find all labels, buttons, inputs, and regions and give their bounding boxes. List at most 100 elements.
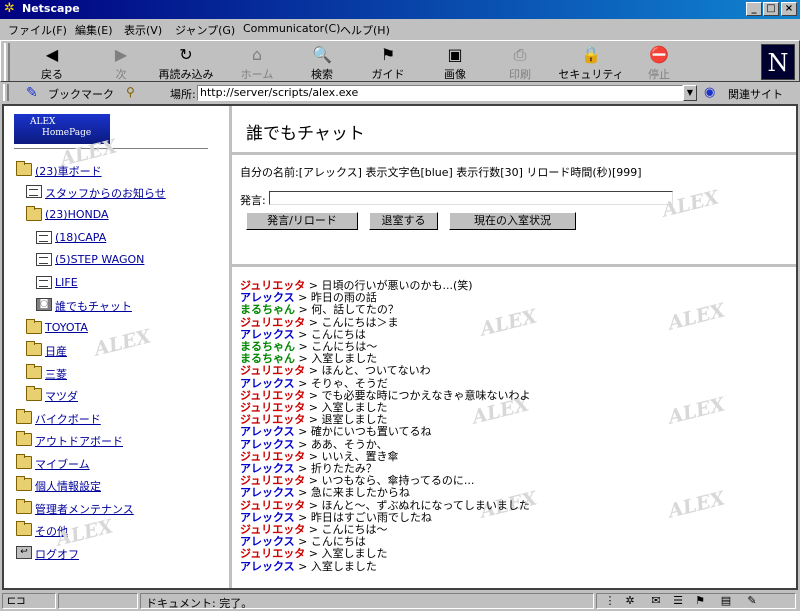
menu-communicator[interactable]: Communicator(C) <box>243 22 340 35</box>
chat-message-author: アレックス <box>240 510 295 524</box>
room-status-button[interactable]: 現在の入室状況 <box>449 212 576 230</box>
toolbar-button-label: 検索 <box>311 68 333 81</box>
url-dropdown-icon[interactable]: ▼ <box>683 85 697 101</box>
chat-message-text: ほんと～、ずぶぬれになってしまいました <box>321 498 530 512</box>
toolbar-button-7[interactable]: ⎙ 印刷 <box>487 43 553 82</box>
separator: > <box>305 498 322 512</box>
sidebar-item[interactable]: スタッフからのお知らせ <box>26 184 226 200</box>
toolbar-grip[interactable] <box>4 43 10 81</box>
sidebar-item[interactable]: 三菱 <box>26 364 226 381</box>
location-icon[interactable]: ⚲ <box>126 85 135 99</box>
edit-page-icon[interactable]: ✎ <box>744 594 760 608</box>
mail-icon[interactable]: ✉ <box>648 594 664 608</box>
related-sites-icon[interactable]: ◉ <box>704 85 715 100</box>
toolbar-button-2[interactable]: ↻ 再読み込み <box>153 43 219 82</box>
sidebar-item[interactable]: マツダ <box>26 386 226 403</box>
folder-icon <box>16 476 32 491</box>
grip-icon[interactable]: ⋮ <box>602 594 618 608</box>
sidebar-item[interactable]: マイブーム <box>16 454 216 471</box>
navigation-toolbar: ◀ 戻る ▶ 次 ↻ 再読み込み ⌂ ホーム 🔍 検索 ⚑ ガイド ▣ 画像 ⎙ 印刷 🔒 セキュリティ ⛔ 停止 N <box>0 40 800 82</box>
netscape-logo[interactable]: N <box>761 44 795 80</box>
addressbook-icon[interactable]: ⚑ <box>692 594 708 608</box>
chat-message-text: こんにちは～ <box>321 523 388 536</box>
chat-message-text: 確かにいつも置いてるね <box>310 425 432 439</box>
watermark: ALEX <box>478 305 540 341</box>
chat-title-frame: 誰でもチャット <box>232 106 796 155</box>
minimize-button[interactable]: _ <box>746 2 762 16</box>
progress-bar <box>58 593 138 609</box>
separator: > <box>305 388 322 402</box>
sidebar-item[interactable]: 日産 <box>26 341 226 358</box>
chat-message-text: 入室しました <box>311 352 378 366</box>
divider <box>14 148 208 150</box>
separator: > <box>294 437 311 451</box>
news-icon[interactable]: ☰ <box>670 594 686 608</box>
composer-icon[interactable]: ▤ <box>718 594 734 608</box>
toolbar-button-1[interactable]: ▶ 次 <box>88 43 154 82</box>
alex-homepage-logo[interactable]: ALEX HomePage <box>14 114 110 144</box>
send-reload-button[interactable]: 発言/リロード <box>246 212 358 230</box>
netscape-app-icon[interactable]: ✲ <box>4 2 18 16</box>
home-icon: ⌂ <box>251 45 263 64</box>
sidebar-item-label: (23)HONDA <box>45 208 109 221</box>
menu-help[interactable]: ヘルプ(H) <box>340 22 390 38</box>
chat-settings-status: 自分の名前:[アレックス] 表示文字色[blue] 表示行数[30] リロード時… <box>240 166 642 179</box>
maximize-button[interactable]: □ <box>763 2 779 16</box>
menu-go[interactable]: ジャンプ(G) <box>175 22 235 38</box>
sidebar-item[interactable]: TOYOTA <box>26 319 226 336</box>
sidebar-item[interactable]: ↩ ログオフ <box>16 545 216 561</box>
chat-message-text: いいえ、置き傘 <box>321 449 399 463</box>
toolbar-button-6[interactable]: ▣ 画像 <box>422 43 488 82</box>
sidebar-item[interactable]: その他 <box>16 521 216 538</box>
toolbar-button-3[interactable]: ⌂ ホーム <box>224 43 290 82</box>
sidebar-item-label: マツダ <box>45 390 78 403</box>
sidebar-item[interactable]: (23)車ボード <box>16 161 216 178</box>
sidebar-item[interactable]: (5)STEP WAGON <box>36 252 229 268</box>
chat-message: ジュリエッタ > こんにちは＞ま <box>240 315 398 329</box>
sidebar-item[interactable]: LIFE <box>36 275 229 291</box>
toolbar-button-9[interactable]: ⛔ 停止 <box>626 43 692 82</box>
menu-view[interactable]: 表示(V) <box>124 22 162 38</box>
toolbar-button-5[interactable]: ⚑ ガイド <box>355 43 421 82</box>
url-input[interactable]: http://server/scripts/alex.exe <box>197 85 683 101</box>
menu-file[interactable]: ファイル(F) <box>8 22 67 38</box>
sidebar-item[interactable]: (23)HONDA <box>26 206 226 223</box>
locationbar-grip[interactable] <box>3 84 9 101</box>
chat-message-author: まるちゃん <box>240 352 295 366</box>
leave-room-button[interactable]: 退室する <box>369 212 438 230</box>
separator: > <box>305 547 322 561</box>
toolbar-button-0[interactable]: ◀ 戻る <box>19 43 85 82</box>
status-bar: ⊏⊐ ドキュメント: 完了。 ⋮ ✲ ✉ ☰ ⚑ ▤ ✎ <box>0 591 800 611</box>
navigator-icon[interactable]: ✲ <box>622 594 638 608</box>
sidebar-item[interactable]: 管理者メンテナンス <box>16 499 216 516</box>
sidebar-item[interactable]: (18)CAPA <box>36 230 229 246</box>
sidebar-item-label: (18)CAPA <box>55 231 107 244</box>
toolbar-button-4[interactable]: 🔍 検索 <box>289 43 355 82</box>
chat-message: ジュリエッタ > ほんと～、ずぶぬれになってしまいました <box>240 498 530 512</box>
security-indicator[interactable]: ⊏⊐ <box>2 593 56 609</box>
toolbar-button-label: ガイド <box>371 68 405 81</box>
menu-edit[interactable]: 編集(E) <box>75 22 113 38</box>
chat-message-author: ジュリエッタ <box>240 315 306 329</box>
message-input[interactable] <box>269 191 673 205</box>
bookmarks-button[interactable]: ブックマーク <box>48 86 114 102</box>
sidebar-item-label: その他 <box>35 525 68 538</box>
sidebar-item[interactable]: 個人情報設定 <box>16 476 216 493</box>
related-sites-button[interactable]: 関連サイト <box>728 86 783 102</box>
sidebar-item[interactable]: バイクボード <box>16 409 216 426</box>
chat-message: アレックス > そりゃ、そうだ <box>240 377 388 390</box>
window-title: Netscape <box>22 2 80 15</box>
chat-message: まるちゃん > 入室しました <box>240 353 377 365</box>
chat-message-text: でも必要な時につかえなきゃ意味ないわよ <box>321 388 531 402</box>
chat-icon: ◙ <box>36 298 52 311</box>
toolbar-button-8[interactable]: 🔒 セキュリティ <box>558 43 624 82</box>
separator: > <box>294 327 311 341</box>
close-button[interactable]: × <box>781 2 797 16</box>
sidebar-item[interactable]: アウトドアボード <box>16 431 216 448</box>
title-bar: ✲ Netscape _ □ × <box>0 0 800 19</box>
chat-message-text: ああ、そうか、 <box>310 437 388 451</box>
separator: > <box>305 364 322 378</box>
bookmarks-icon[interactable]: ✎ <box>26 85 38 101</box>
chat-frame: 誰でもチャット 自分の名前:[アレックス] 表示文字色[blue] 表示行数[3… <box>232 106 796 588</box>
sidebar-item[interactable]: ◙ 誰でもチャット <box>36 297 229 313</box>
